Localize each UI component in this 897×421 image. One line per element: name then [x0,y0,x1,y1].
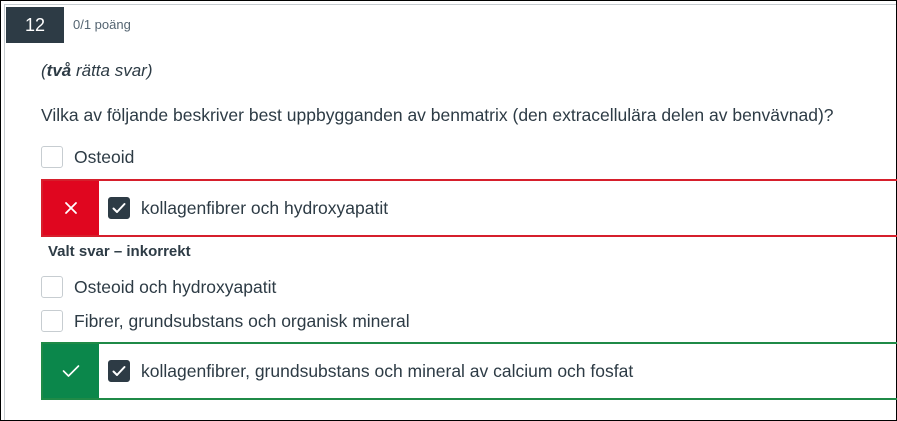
question-points: 0/1 poäng [73,17,131,32]
checkbox[interactable] [41,276,63,298]
checkmark-icon [62,365,80,377]
question-text: Vilka av följande beskriver best uppbygg… [41,105,834,125]
note-bold: två [46,61,72,80]
option-label: Osteoid [74,146,135,167]
checkbox[interactable] [41,146,63,168]
answer-option-osteoid-hydroxyapatit[interactable]: Osteoid och hydroxyapatit [41,276,276,298]
incorrect-answer-label: Valt svar – inkorrekt [48,243,191,260]
question-note: (två rätta svar) [41,61,153,81]
answer-option-wrong[interactable]: kollagenfibrer och hydroxyapatit [41,179,897,237]
option-label: kollagenfibrer och hydroxyapatit [141,197,389,218]
check-icon [112,366,126,376]
checkbox-checked[interactable] [108,360,130,382]
incorrect-flag [43,181,99,235]
note-suffix: rätta svar) [71,61,153,80]
checkbox-checked[interactable] [108,197,130,219]
check-icon [112,203,126,213]
checkbox[interactable] [41,310,63,332]
x-icon [65,202,77,214]
answer-option-fibrer[interactable]: Fibrer, grundsubstans och organisk miner… [41,310,410,332]
option-label: Osteoid och hydroxyapatit [74,276,277,297]
option-label: kollagenfibrer, grundsubstans och minera… [141,360,634,381]
question-number: 12 [6,7,64,43]
answer-option-correct[interactable]: kollagenfibrer, grundsubstans och minera… [41,342,897,400]
screenshot-frame: 12 0/1 poäng (två rätta svar) Vilka av f… [0,0,897,421]
correct-flag [43,344,99,398]
option-label: Fibrer, grundsubstans och organisk miner… [74,310,410,331]
answer-option-osteoid[interactable]: Osteoid [41,146,134,168]
